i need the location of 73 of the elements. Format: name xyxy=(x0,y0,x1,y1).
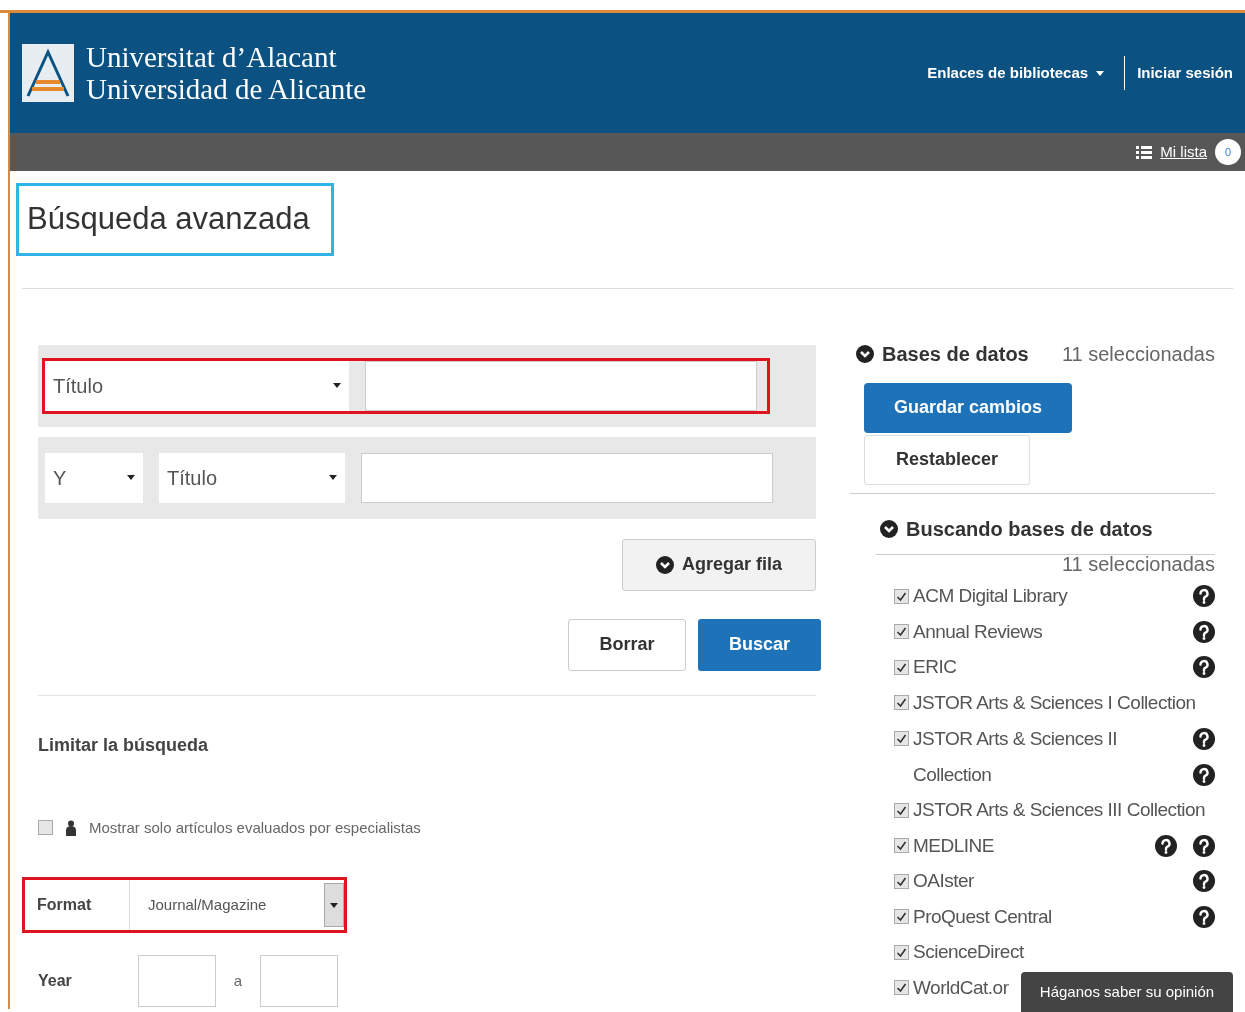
field-select[interactable]: Título xyxy=(159,452,345,503)
selected-count: 11 seleccionadas xyxy=(1061,551,1215,577)
database-name: ScienceDirect xyxy=(913,940,1024,964)
library-links-menu[interactable]: Enlaces de bibliotecas xyxy=(927,56,1126,90)
database-name: JSTOR Arts & Sciences I Collection xyxy=(913,690,1196,715)
database-name: ACM Digital Library xyxy=(913,584,1068,608)
help-icon[interactable] xyxy=(1155,834,1177,857)
checkbox[interactable] xyxy=(894,588,909,604)
university-logo[interactable] xyxy=(22,44,74,102)
database-name: OAIster xyxy=(913,869,974,893)
search-input[interactable] xyxy=(365,360,757,411)
database-name: MEDLINE xyxy=(913,833,994,858)
chevron-circle-icon[interactable] xyxy=(856,344,874,363)
format-label: Format xyxy=(36,895,93,915)
database-name: JSTOR Arts & Sciences III Collection xyxy=(913,798,1206,822)
caret-icon xyxy=(330,902,338,908)
list-count-badge: 0 xyxy=(1215,139,1241,165)
save-changes-button[interactable]: Guardar cambios xyxy=(864,382,1072,433)
my-list-link[interactable]: Mi lista xyxy=(1160,140,1207,164)
year-separator: a xyxy=(232,970,244,991)
caret-icon xyxy=(127,475,135,480)
checkbox[interactable] xyxy=(894,730,909,746)
checkbox[interactable] xyxy=(894,695,909,711)
clear-button[interactable]: Borrar xyxy=(568,618,686,671)
person-icon xyxy=(65,819,77,836)
database-name: Annual Reviews xyxy=(913,619,1043,644)
caret-icon xyxy=(329,475,337,480)
chevron-circle-icon[interactable] xyxy=(880,519,898,538)
checkbox[interactable] xyxy=(894,624,909,640)
help-icon[interactable] xyxy=(1193,834,1215,857)
caret-icon xyxy=(1096,70,1105,76)
search-input[interactable] xyxy=(361,452,773,503)
checkbox[interactable] xyxy=(894,659,909,675)
help-icon[interactable] xyxy=(1193,656,1215,679)
year-to-field[interactable] xyxy=(260,955,338,1007)
reset-button[interactable]: Restablecer xyxy=(864,434,1030,485)
database-name: ProQuest Central xyxy=(913,904,1052,929)
help-icon[interactable] xyxy=(1193,905,1215,928)
selected-count: 11 seleccionadas xyxy=(1061,341,1215,367)
checkbox[interactable] xyxy=(894,909,909,925)
format-select[interactable]: Journal/Magazine xyxy=(129,880,344,930)
help-icon[interactable] xyxy=(1193,870,1215,893)
university-name: Universitat d’Alacant xyxy=(86,41,338,73)
help-icon[interactable] xyxy=(1193,585,1215,608)
caret-icon xyxy=(333,383,341,388)
search-button[interactable]: Buscar xyxy=(698,618,821,671)
year-from-field[interactable] xyxy=(138,955,216,1007)
peer-review-label: Mostrar solo artículos evaluados por especialistas xyxy=(89,817,421,838)
section-heading: Limitar la búsqueda xyxy=(38,733,210,757)
chevron-circle-icon[interactable] xyxy=(656,555,674,574)
panel-title: Buscando bases de datos xyxy=(906,516,1153,542)
help-icon[interactable] xyxy=(1193,620,1215,643)
login-link[interactable]: Iniciar sesión xyxy=(1125,61,1233,85)
panel-title: Bases de datos xyxy=(882,341,1029,367)
checkbox[interactable] xyxy=(894,980,909,996)
checkbox[interactable] xyxy=(894,944,909,960)
database-name: JSTOR Arts & Sciences II Collection xyxy=(913,726,1119,787)
university-name: Universidad de Alicante xyxy=(86,73,367,105)
feedback-tab[interactable]: Háganos saber su opinión xyxy=(1021,972,1233,1012)
checkbox[interactable] xyxy=(894,873,909,889)
field-select[interactable]: Título xyxy=(45,360,349,411)
database-name: ERIC xyxy=(913,655,957,679)
checkbox[interactable] xyxy=(894,838,909,854)
list-icon xyxy=(1136,145,1153,159)
page-title: Búsqueda avanzada xyxy=(16,183,334,256)
help-icon[interactable] xyxy=(1193,763,1215,786)
add-row-button[interactable]: Agregar fila xyxy=(622,538,816,591)
checkbox[interactable] xyxy=(38,820,53,836)
help-icon[interactable] xyxy=(1193,727,1215,750)
database-name: WorldCat.or xyxy=(913,975,1009,1000)
checkbox[interactable] xyxy=(894,802,909,818)
year-label: Year xyxy=(38,971,73,991)
operator-select[interactable]: Y xyxy=(45,452,143,503)
